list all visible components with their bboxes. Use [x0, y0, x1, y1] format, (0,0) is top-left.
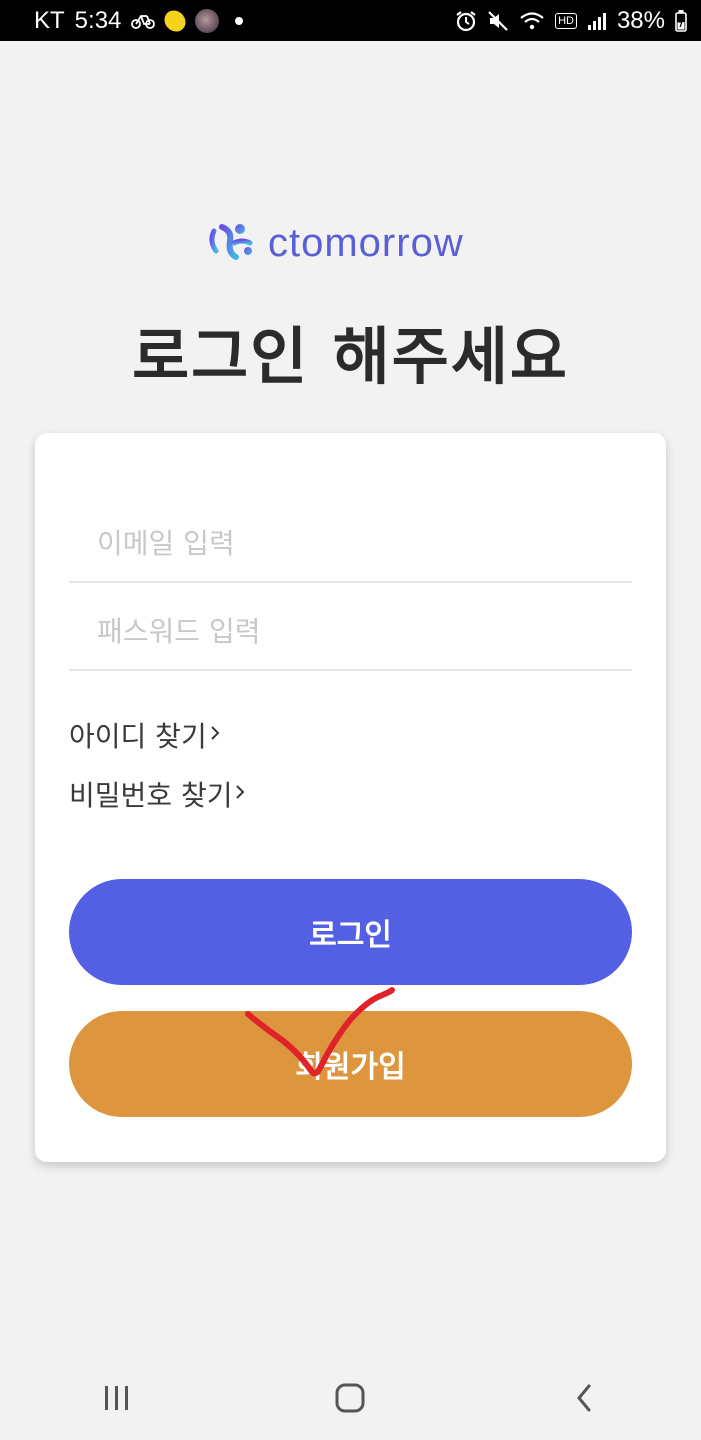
home-icon — [334, 1382, 366, 1418]
signal-icon — [587, 11, 607, 31]
bicycle-icon — [131, 12, 156, 30]
back-button[interactable] — [544, 1370, 624, 1430]
carrier-label: KT — [34, 6, 65, 34]
home-button[interactable] — [310, 1370, 390, 1430]
recent-apps-icon — [102, 1384, 132, 1416]
status-left: KT 5:34 — [34, 6, 244, 35]
brand-logo: ctomorrow — [208, 220, 464, 266]
hd-icon: HD — [555, 12, 577, 29]
password-field — [69, 583, 632, 671]
page-title: 로그인 해주세요 — [132, 320, 569, 393]
battery-label: 38% — [616, 6, 665, 34]
recent-apps-button[interactable] — [77, 1370, 157, 1430]
find-password-label: 비밀번호 찾기 — [69, 779, 233, 812]
chevron-right-icon — [209, 720, 221, 750]
wifi-icon — [519, 11, 545, 31]
navigation-bar — [0, 1360, 701, 1440]
dot-icon — [229, 16, 244, 25]
lemon-icon — [161, 6, 190, 35]
find-id-link[interactable]: 아이디 찾기 — [69, 715, 221, 755]
battery-icon — [675, 9, 687, 32]
time-label: 5:34 — [74, 6, 122, 34]
login-button[interactable]: 로그인 — [69, 879, 632, 985]
avatar-icon — [195, 8, 220, 33]
alarm-icon — [455, 10, 477, 32]
status-right: HD 38% — [455, 7, 687, 35]
signup-button[interactable]: 회원가입 — [69, 1011, 632, 1117]
chevron-right-icon — [234, 779, 246, 809]
password-input[interactable] — [69, 583, 632, 669]
find-password-link[interactable]: 비밀번호 찾기 — [69, 774, 246, 814]
logo-text: ctomorrow — [268, 221, 464, 265]
email-field — [69, 495, 632, 583]
login-card: 아이디 찾기 비밀번호 찾기 로그인 회원가입 — [35, 433, 666, 1162]
email-input[interactable] — [69, 495, 632, 581]
status-bar: KT 5:34 HD 38% — [0, 0, 701, 41]
mute-icon — [487, 10, 509, 32]
find-id-label: 아이디 찾기 — [69, 720, 207, 753]
logo-mark-icon — [208, 221, 258, 265]
back-icon — [574, 1383, 594, 1417]
